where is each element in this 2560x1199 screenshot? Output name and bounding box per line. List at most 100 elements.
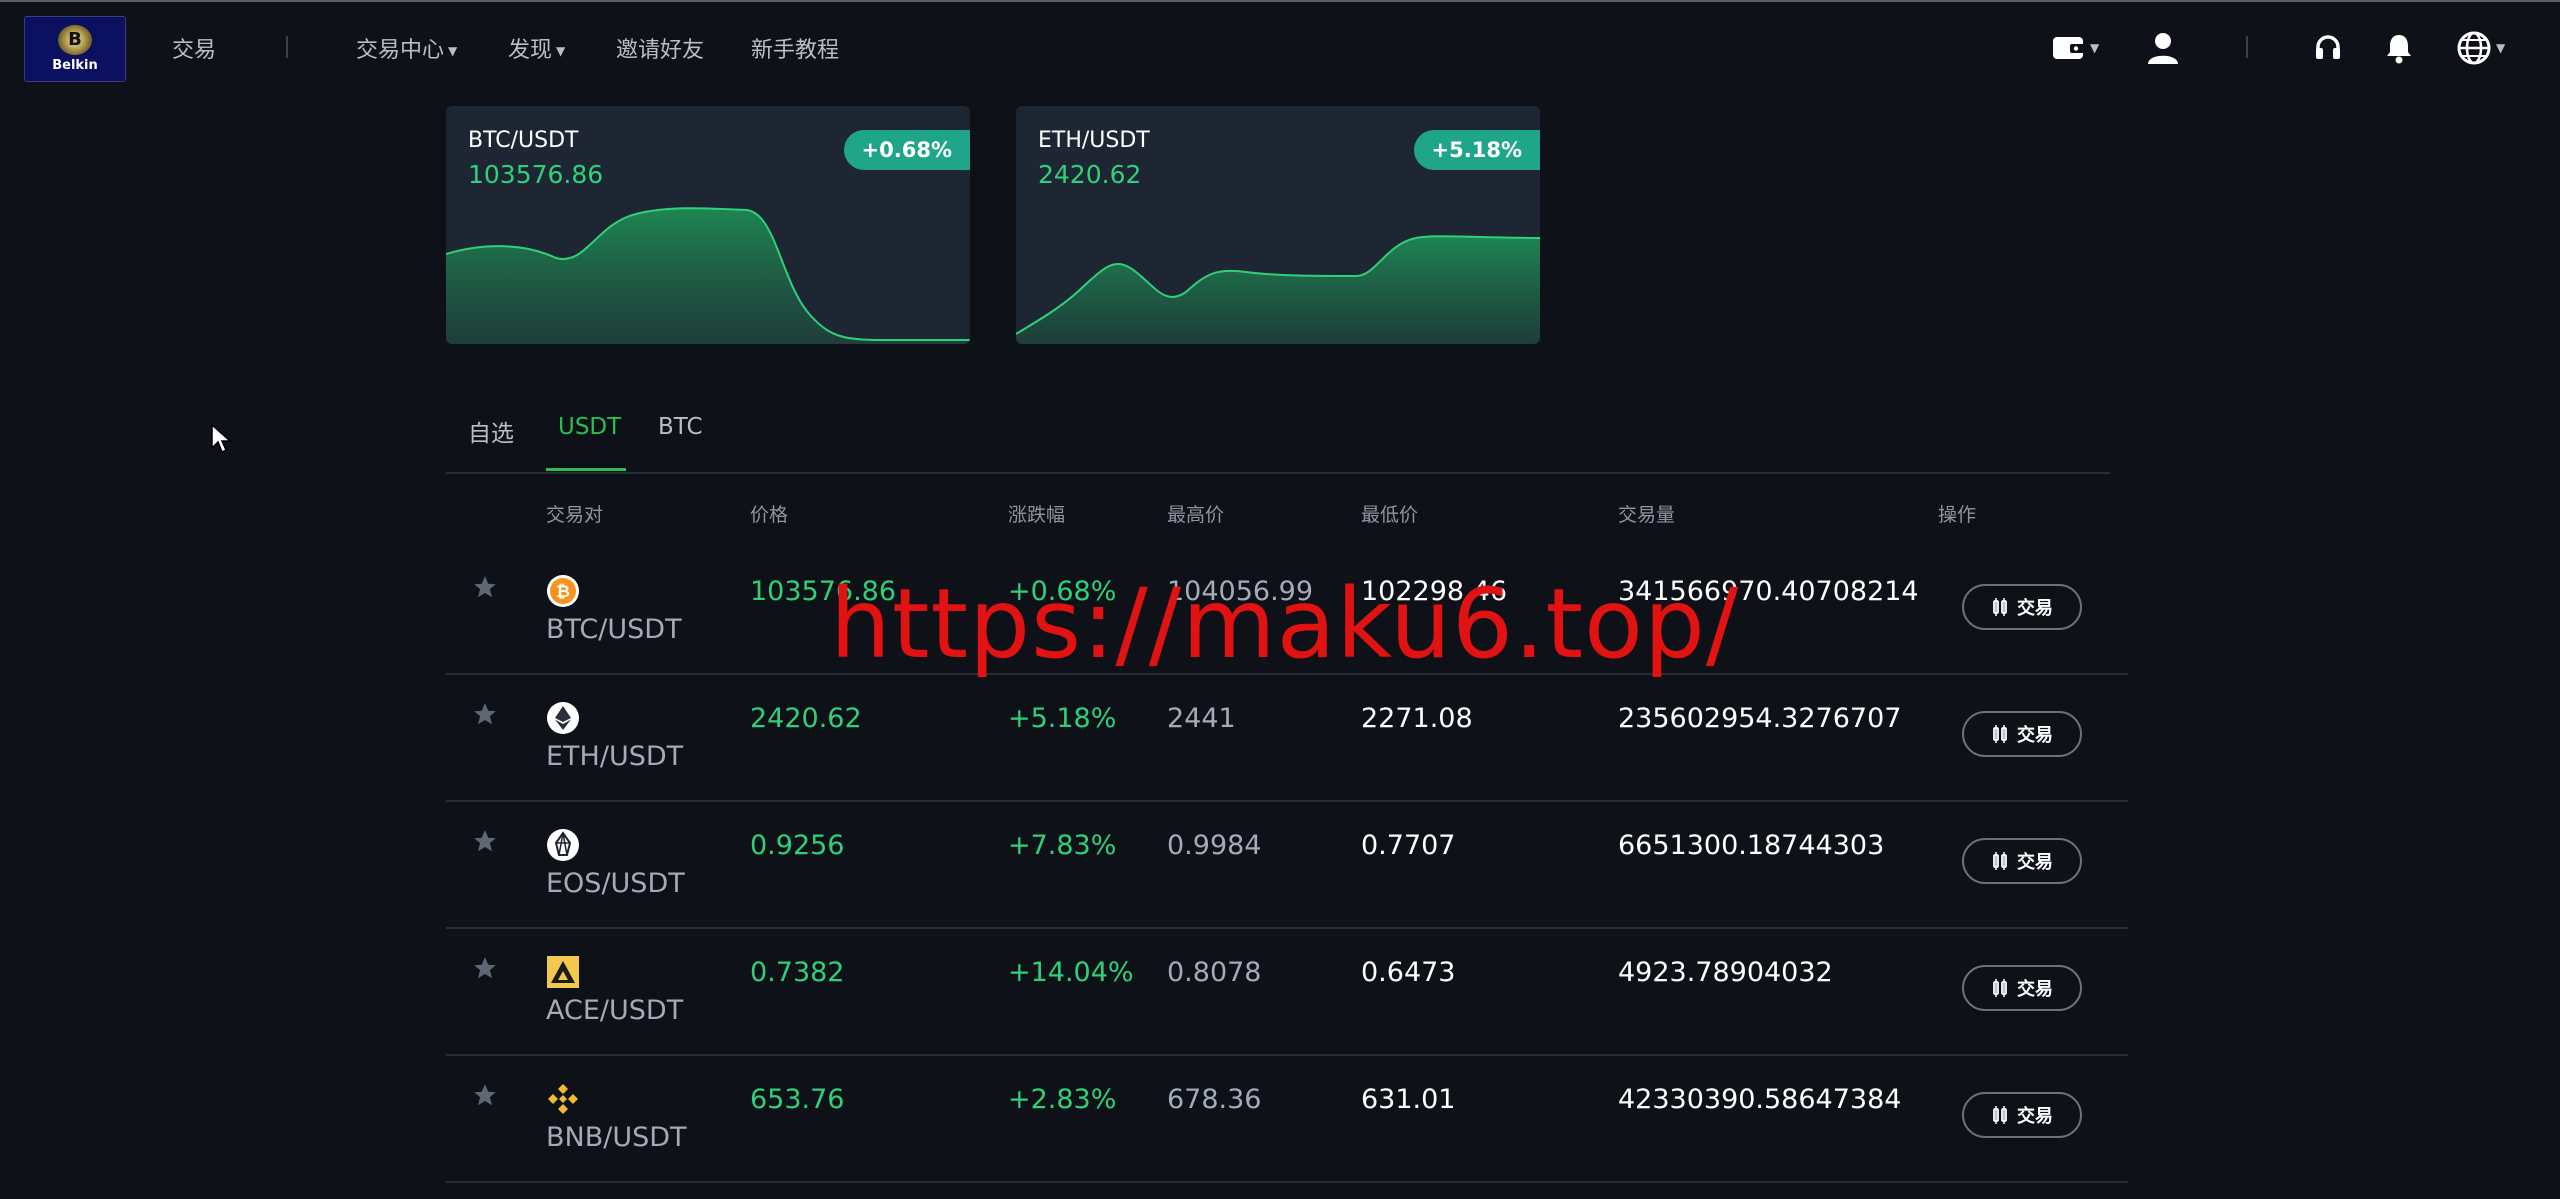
candlestick-icon xyxy=(1993,852,2007,870)
nav-discover[interactable]: 发现 ▼ xyxy=(508,32,565,64)
headset-icon xyxy=(2316,35,2340,59)
change-cell: +14.04% xyxy=(1008,957,1134,988)
low-cell: 0.7707 xyxy=(1361,830,1456,861)
table-row[interactable]: BNB/USDT 653.76 +2.83% 678.36 631.01 423… xyxy=(446,1056,2128,1183)
low-cell: 631.01 xyxy=(1361,1084,1456,1115)
svg-text:₿: ₿ xyxy=(556,582,570,602)
nav-trade-center[interactable]: 交易中心 ▼ xyxy=(356,32,457,64)
nav-tutorial[interactable]: 新手教程 xyxy=(751,32,839,64)
high-cell: 2441 xyxy=(1167,703,1236,734)
nav-discover-label: 发现 xyxy=(508,38,553,63)
price-cell: 0.9256 xyxy=(750,830,845,861)
price-cell: 2420.62 xyxy=(750,703,862,734)
change-cell: +7.83% xyxy=(1008,830,1117,861)
ticker-sparkline xyxy=(446,207,970,344)
table-row[interactable]: EOS/USDT 0.9256 +7.83% 0.9984 0.7707 665… xyxy=(446,802,2128,929)
nav-divider xyxy=(2246,36,2248,58)
logo[interactable]: B Belkin xyxy=(24,16,126,82)
trade-button-label: 交易 xyxy=(2017,725,2053,746)
globe-icon xyxy=(2457,31,2491,65)
user-menu[interactable] xyxy=(2146,30,2180,66)
col-header-action: 操作 xyxy=(1938,504,1977,526)
candlestick-icon xyxy=(1993,725,2007,743)
trade-button-label: 交易 xyxy=(2017,979,2053,1000)
high-cell: 678.36 xyxy=(1167,1084,1262,1115)
user-icon xyxy=(2148,33,2178,64)
tab-active-indicator xyxy=(546,468,626,471)
nav-divider xyxy=(286,36,288,58)
ace-icon xyxy=(547,956,579,988)
star-icon[interactable] xyxy=(472,574,498,600)
candlestick-icon xyxy=(1993,598,2007,616)
trade-button[interactable]: 交易 xyxy=(1962,965,2082,1011)
trade-button[interactable]: 交易 xyxy=(1962,1092,2082,1138)
trade-button-label: 交易 xyxy=(2017,598,2053,619)
col-header-change[interactable]: 涨跌幅 xyxy=(1008,500,1065,527)
volume-cell: 42330390.58647384 xyxy=(1618,1084,1902,1115)
pair-name: BNB/USDT xyxy=(546,1122,687,1153)
nav-trade[interactable]: 交易 xyxy=(172,32,216,64)
high-cell: 0.8078 xyxy=(1167,957,1262,988)
pair-name: ETH/USDT xyxy=(546,741,684,772)
high-cell: 0.9984 xyxy=(1167,830,1262,861)
top-navbar: B Belkin 交易 交易中心 ▼ 发现 ▼ 邀请好友 新手教程 ▼ ▼ xyxy=(0,0,2560,92)
caret-down-icon: ▼ xyxy=(448,44,458,58)
candlestick-icon xyxy=(1993,1106,2007,1124)
star-icon[interactable] xyxy=(472,828,498,854)
wallet-icon xyxy=(2053,37,2086,59)
logo-text: Belkin xyxy=(52,58,98,73)
pair-name: ACE/USDT xyxy=(546,995,684,1026)
caret-down-icon: ▼ xyxy=(2496,41,2506,55)
low-cell: 0.6473 xyxy=(1361,957,1456,988)
trade-button-label: 交易 xyxy=(2017,852,2053,873)
eos-icon xyxy=(547,829,579,861)
volume-cell: 6651300.18744303 xyxy=(1618,830,1885,861)
pair-name: EOS/USDT xyxy=(546,868,685,899)
col-header-pair: 交易对 xyxy=(546,504,604,526)
ticker-card-eth[interactable]: ETH/USDT 2420.62 +5.18% xyxy=(1016,106,1540,344)
ticker-price: 103576.86 xyxy=(468,160,604,189)
trade-button-label: 交易 xyxy=(2017,1106,2053,1127)
tab-btc[interactable]: BTC xyxy=(658,414,703,440)
trade-button[interactable]: 交易 xyxy=(1962,584,2082,630)
nav-trade-center-label: 交易中心 xyxy=(356,38,445,63)
wallet-menu[interactable]: ▼ xyxy=(2052,30,2099,66)
col-header-volume[interactable]: 交易量 xyxy=(1618,500,1675,527)
table-row[interactable]: ETH/USDT 2420.62 +5.18% 2441 2271.08 235… xyxy=(446,675,2128,802)
notifications-button[interactable] xyxy=(2384,30,2414,66)
ticker-card-btc[interactable]: BTC/USDT 103576.86 +0.68% xyxy=(446,106,970,344)
col-header-price[interactable]: 价格 xyxy=(750,500,788,527)
watermark-text: https://maku6.top/ xyxy=(830,568,1740,680)
trade-button[interactable]: 交易 xyxy=(1962,711,2082,757)
low-cell: 2271.08 xyxy=(1361,703,1473,734)
col-header-low: 最低价 xyxy=(1361,504,1419,526)
change-cell: +2.83% xyxy=(1008,1084,1117,1115)
support-button[interactable] xyxy=(2314,30,2342,66)
star-icon[interactable] xyxy=(472,1082,498,1108)
ticker-change-badge: +5.18% xyxy=(1413,130,1540,170)
language-menu[interactable]: ▼ xyxy=(2456,30,2505,66)
col-header-high: 最高价 xyxy=(1167,504,1225,526)
mouse-cursor-icon xyxy=(211,424,232,454)
ethereum-icon xyxy=(547,702,579,734)
trade-button[interactable]: 交易 xyxy=(1962,838,2082,884)
tab-usdt[interactable]: USDT xyxy=(558,414,621,440)
ticker-change-badge: +0.68% xyxy=(843,130,970,170)
ticker-sparkline xyxy=(1016,235,1540,344)
change-cell: +5.18% xyxy=(1008,703,1117,734)
ticker-price: 2420.62 xyxy=(1038,160,1142,189)
tab-divider xyxy=(446,472,2110,474)
caret-down-icon: ▼ xyxy=(2090,41,2100,55)
star-icon[interactable] xyxy=(472,955,498,981)
pair-name: BTC/USDT xyxy=(546,614,682,645)
bnb-icon xyxy=(548,1084,578,1114)
tab-favorites[interactable]: 自选 xyxy=(468,414,514,448)
star-icon[interactable] xyxy=(472,701,498,727)
table-row[interactable]: ACE/USDT 0.7382 +14.04% 0.8078 0.6473 49… xyxy=(446,929,2128,1056)
bitcoin-icon: ₿ xyxy=(547,575,579,607)
volume-cell: 4923.78904032 xyxy=(1618,957,1833,988)
price-cell: 0.7382 xyxy=(750,957,845,988)
logo-crest: B xyxy=(58,25,92,55)
nav-invite[interactable]: 邀请好友 xyxy=(616,32,704,64)
price-cell: 653.76 xyxy=(750,1084,845,1115)
